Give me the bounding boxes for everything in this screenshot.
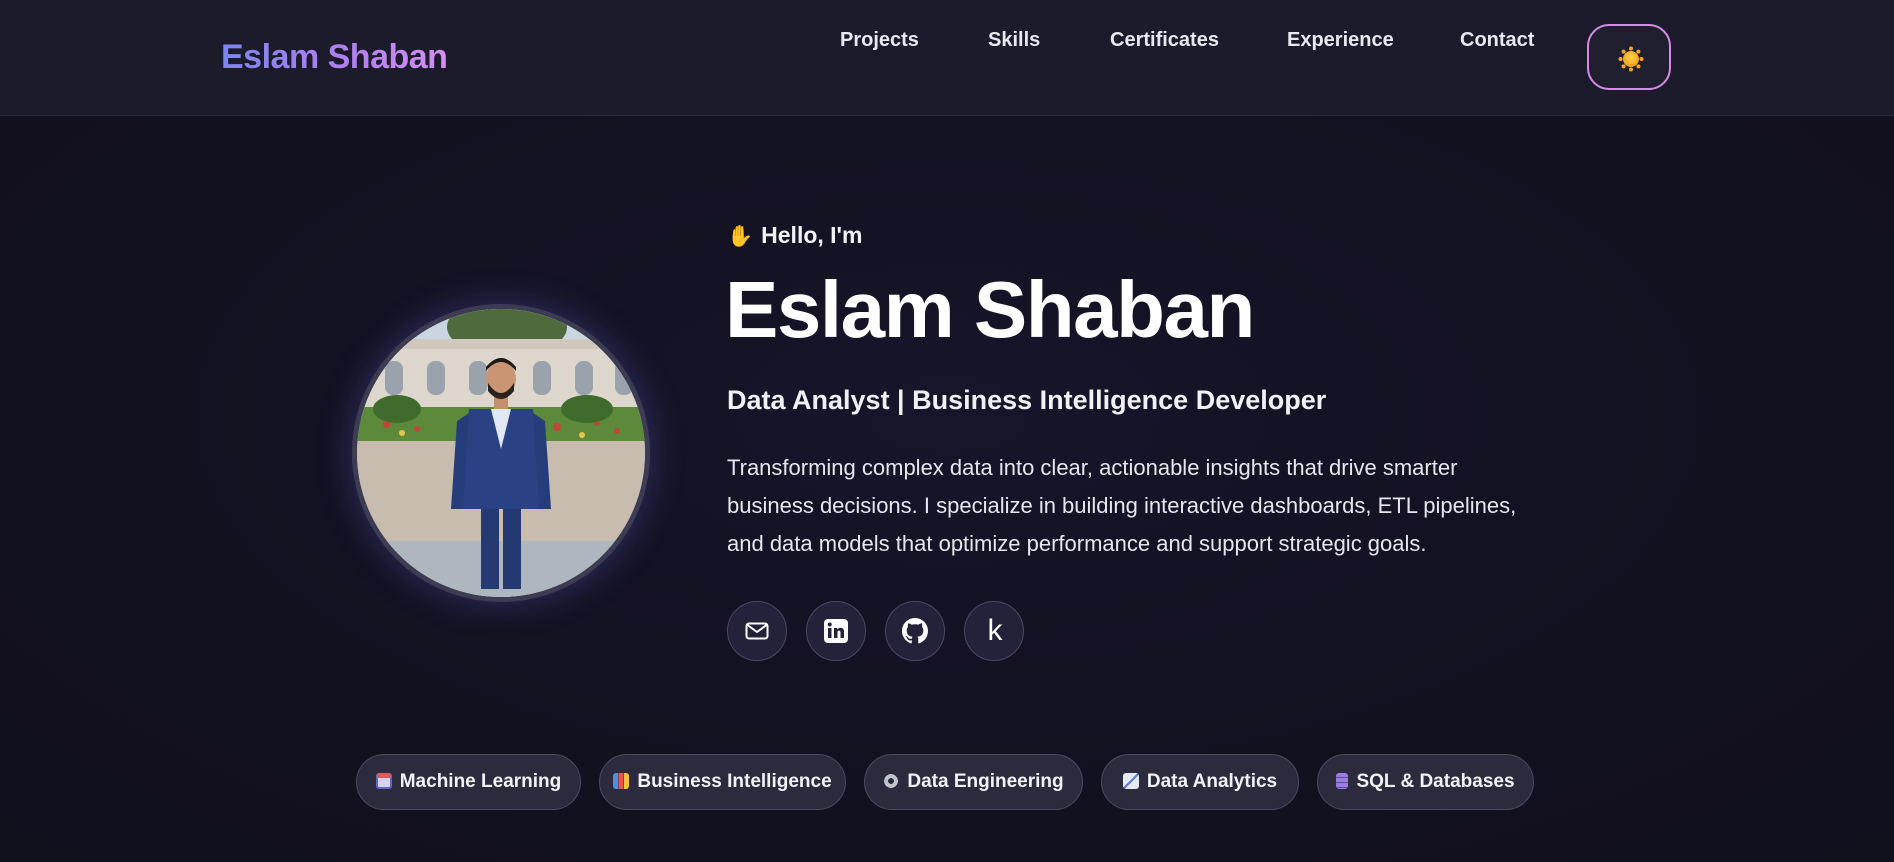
- linkedin-icon: [824, 619, 848, 643]
- sun-icon: [1618, 46, 1644, 72]
- nav-link-experience[interactable]: Experience: [1287, 29, 1394, 52]
- chip-label: Business Intelligence: [637, 771, 832, 792]
- email-icon: [745, 622, 769, 640]
- nav-link-contact[interactable]: Contact: [1460, 29, 1534, 52]
- github-icon: [902, 618, 928, 644]
- gear-icon: [883, 773, 900, 789]
- nav-link-projects[interactable]: Projects: [840, 29, 919, 52]
- chip-label: Data Analytics: [1146, 771, 1278, 792]
- trend-chart-icon: [1122, 773, 1139, 789]
- email-button[interactable]: [727, 601, 787, 661]
- nav-link-skills[interactable]: Skills: [988, 29, 1040, 52]
- chip-data-engineering[interactable]: Data Engineering: [864, 754, 1083, 810]
- github-button[interactable]: [885, 601, 945, 661]
- hero-description: Transforming complex data into clear, ac…: [727, 455, 1517, 556]
- top-navbar: Eslam Shaban Projects Skills Certificate…: [0, 0, 1894, 116]
- hero-name: Eslam Shaban: [725, 265, 1255, 354]
- brand-logo[interactable]: Eslam Shaban: [221, 38, 448, 77]
- chip-label: SQL & Databases: [1356, 771, 1515, 792]
- robot-icon: [375, 773, 392, 789]
- linkedin-button[interactable]: [806, 601, 866, 661]
- chip-business-intelligence[interactable]: Business Intelligence: [599, 754, 846, 810]
- chip-label: Data Engineering: [907, 771, 1064, 792]
- profile-photo: [352, 304, 650, 602]
- waving-hand-icon: ✋: [727, 225, 754, 248]
- database-icon: [1336, 773, 1349, 789]
- nav-link-certificates[interactable]: Certificates: [1110, 29, 1219, 52]
- kaggle-icon: k: [987, 614, 1003, 647]
- chip-data-analytics[interactable]: Data Analytics: [1101, 754, 1299, 810]
- chip-sql-databases[interactable]: SQL & Databases: [1317, 754, 1534, 810]
- kaggle-button[interactable]: k: [964, 601, 1024, 661]
- greeting-text: Hello, I'm: [761, 222, 863, 248]
- chip-machine-learning[interactable]: Machine Learning: [356, 754, 581, 810]
- hero-role: Data Analyst | Business Intelligence Dev…: [727, 385, 1327, 415]
- theme-toggle-button[interactable]: [1587, 24, 1671, 90]
- chip-label: Machine Learning: [399, 771, 562, 792]
- bar-chart-icon: [613, 773, 630, 789]
- greeting: ✋ Hello, I'm: [727, 222, 862, 249]
